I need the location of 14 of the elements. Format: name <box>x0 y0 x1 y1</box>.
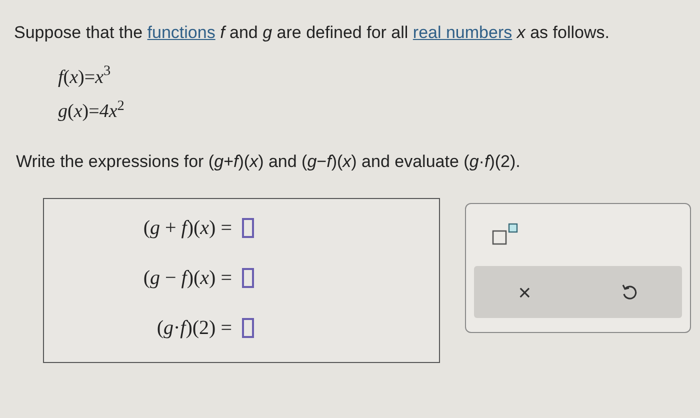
instruction-text: Write the expressions for (g+f)(x) and (g−f)(x) and evaluate (g·f)(2). <box>16 150 520 172</box>
answer-label: (g − f)(x) = <box>143 266 232 291</box>
problem-statement: Suppose that the functions f and g are defined for all real numbers x as follows. <box>14 22 610 44</box>
answer-label: (g·f)(2) = <box>156 316 232 341</box>
clear-button[interactable]: × <box>510 276 540 308</box>
undo-icon <box>620 283 638 301</box>
answer-input-box[interactable] <box>242 318 254 338</box>
equation: g(x)=4x$^{2}$ <box>58 98 124 124</box>
answer-input-box[interactable] <box>242 218 254 238</box>
answer-input-box[interactable] <box>242 268 254 288</box>
equation: f(x)=x$^{3}$ <box>58 64 111 90</box>
real-numbers-link[interactable]: real numbers <box>412 23 512 42</box>
answer-label: (g + f)(x) = <box>143 216 232 241</box>
functions-link[interactable]: functions <box>147 23 216 42</box>
